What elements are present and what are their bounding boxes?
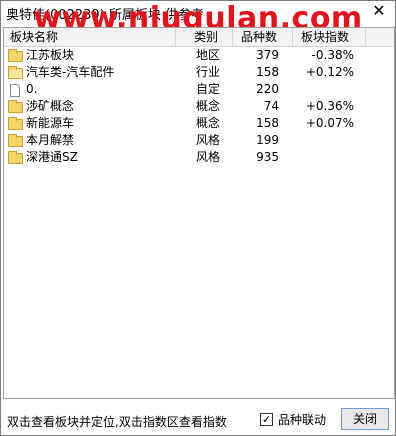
block-name: 涉矿概念: [26, 99, 75, 113]
column-header-type[interactable]: 类别: [176, 28, 233, 46]
block-count: 158: [256, 65, 279, 79]
block-count: 158: [256, 116, 279, 130]
block-name: 本月解禁: [26, 133, 75, 147]
hint-text: 双击查看板块并定位,双击指数区查看指数: [7, 415, 227, 429]
block-type: 风格: [196, 133, 221, 147]
block-type: 概念: [196, 99, 221, 113]
block-count: 199: [256, 133, 279, 147]
folder-icon: [8, 49, 24, 62]
block-name: 汽车类-汽车配件: [26, 65, 115, 79]
block-index: +0.07%: [305, 116, 354, 130]
link-stock-label[interactable]: 品种联动: [278, 412, 326, 428]
close-button[interactable]: 关闭: [341, 408, 389, 430]
block-type: 行业: [196, 65, 221, 79]
list-header: 板块名称 类别 品种数 板块指数: [4, 28, 394, 47]
window-title: 奥特佳(002239) 所属板块 供参考: [6, 8, 205, 23]
close-icon[interactable]: ✕: [371, 3, 387, 19]
block-type: 概念: [196, 116, 221, 130]
block-name: 深港通SZ: [26, 150, 78, 164]
block-type: 自定: [196, 82, 221, 96]
block-count: 220: [256, 82, 279, 96]
block-count: 74: [263, 99, 279, 113]
block-type: 风格: [196, 150, 221, 164]
list-item[interactable]: 新能源车 概念 158 +0.07%: [4, 115, 394, 132]
folder-icon: [8, 134, 24, 147]
block-index: +0.36%: [305, 99, 354, 113]
block-list[interactable]: 板块名称 类别 品种数 板块指数 江苏板块 地区 379 -0.38% 汽车类-汽车配件…: [3, 27, 395, 399]
block-index: +0.12%: [305, 65, 354, 79]
block-info-dialog: 奥特佳(002239) 所属板块 供参考 www.niugulan.com ✕ …: [0, 0, 396, 436]
title-bar: 奥特佳(002239) 所属板块 供参考 www.niugulan.com ✕: [1, 1, 395, 36]
block-index: -0.38%: [311, 48, 354, 62]
list-item[interactable]: 涉矿概念 概念 74 +0.36%: [4, 98, 394, 115]
status-bar: 双击查看板块并定位,双击指数区查看指数 ✓ 品种联动 关闭: [1, 405, 395, 435]
column-header-count[interactable]: 品种数: [233, 28, 293, 46]
block-name: 新能源车: [26, 116, 75, 130]
list-item[interactable]: 本月解禁 风格 199: [4, 132, 394, 149]
column-header-name[interactable]: 板块名称: [4, 28, 176, 46]
block-type: 地区: [196, 48, 221, 62]
list-item[interactable]: 江苏板块 地区 379 -0.38%: [4, 47, 394, 64]
list-item[interactable]: 深港通SZ 风格 935: [4, 149, 394, 166]
list-rows: 江苏板块 地区 379 -0.38% 汽车类-汽车配件 行业 158 +0.12% 0. 自定 22…: [4, 47, 394, 166]
block-name: 江苏板块: [26, 48, 75, 62]
folder-icon: [8, 100, 24, 113]
link-stock-checkbox[interactable]: ✓: [260, 413, 273, 426]
folder-open-icon: [8, 66, 24, 79]
block-count: 935: [256, 150, 279, 164]
folder-icon: [8, 151, 24, 164]
list-item[interactable]: 汽车类-汽车配件 行业 158 +0.12%: [4, 64, 394, 81]
block-count: 379: [256, 48, 279, 62]
document-icon: [8, 83, 24, 97]
folder-icon: [8, 117, 24, 130]
block-name: 0.: [26, 82, 38, 96]
column-header-index[interactable]: 板块指数: [293, 28, 366, 46]
list-item[interactable]: 0. 自定 220: [4, 81, 394, 98]
